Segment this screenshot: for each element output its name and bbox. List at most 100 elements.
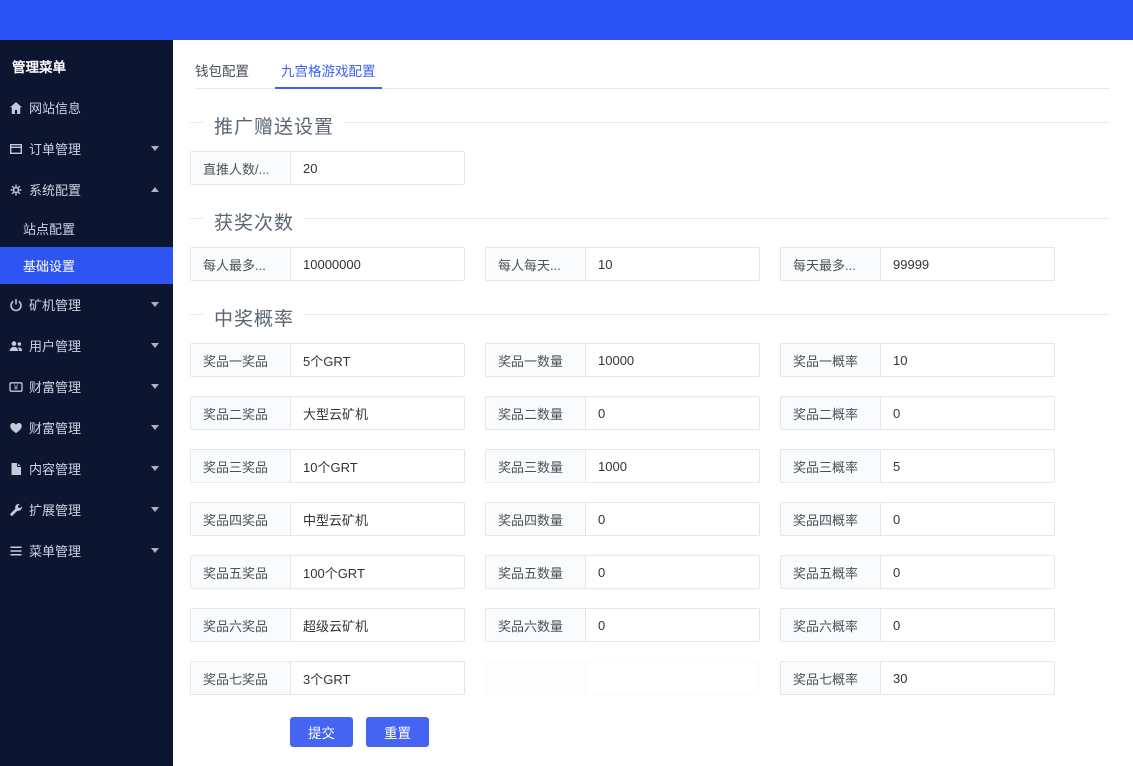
chevron-down-icon	[151, 548, 159, 553]
direct-referral-count-field: 直推人数/...	[190, 151, 465, 185]
form-row: 奖品六奖品 奖品六数量 奖品六概率	[190, 608, 1133, 642]
sidebar-item-9[interactable]: 扩展管理	[0, 489, 173, 530]
sidebar-item-8[interactable]: 内容管理	[0, 448, 173, 489]
sidebar-item-6[interactable]: ¥ 财富管理	[0, 366, 173, 407]
per-person-per-day-input[interactable]	[586, 248, 759, 280]
prize5-item-label: 奖品五奖品	[191, 556, 291, 588]
heart-icon	[9, 421, 23, 435]
prize6-item-field: 奖品六奖品	[190, 608, 465, 642]
prize3-item-field: 奖品三奖品	[190, 449, 465, 483]
sidebar-item-label: 网站信息	[29, 101, 82, 116]
prize3-prob-input[interactable]	[881, 450, 1054, 482]
prize4-qty-input[interactable]	[586, 503, 759, 535]
prize2-qty-label: 奖品二数量	[486, 397, 586, 429]
wrench-icon	[9, 503, 23, 517]
prize5-qty-field: 奖品五数量	[485, 555, 760, 589]
prize5-qty-input[interactable]	[586, 556, 759, 588]
sidebar-item-7[interactable]: 财富管理	[0, 407, 173, 448]
prize2-prob-field: 奖品二概率	[780, 396, 1055, 430]
prize7-prob-input[interactable]	[881, 662, 1054, 694]
prize3-qty-label: 奖品三数量	[486, 450, 586, 482]
prize4-prob-label: 奖品四概率	[781, 503, 881, 535]
max-per-person-field: 每人最多...	[190, 247, 465, 281]
sidebar-subitem-2[interactable]: 基础设置	[0, 247, 173, 284]
form-row: 奖品二奖品 奖品二数量 奖品二概率	[190, 396, 1133, 430]
sidebar-item-label: 订单管理	[29, 142, 82, 157]
form-area: 推广赠送设置直推人数/... 获奖次数每人最多... 每人每天... 每天最多... 中…	[173, 112, 1133, 695]
prize6-prob-field: 奖品六概率	[780, 608, 1055, 642]
prize4-prob-input[interactable]	[881, 503, 1054, 535]
prize1-prob-input[interactable]	[881, 344, 1054, 376]
sidebar-nav: 网站信息订单管理系统配置 站点配置 基础设置 矿机管理用户管理 ¥ 财富管理财富管理内容管…	[0, 87, 173, 571]
form-row: 奖品一奖品 奖品一数量 奖品一概率	[190, 343, 1133, 377]
per-person-per-day-field: 每人每天...	[485, 247, 760, 281]
prize6-qty-field: 奖品六数量	[485, 608, 760, 642]
sidebar-item-2[interactable]: 订单管理	[0, 128, 173, 169]
form-row: 奖品三奖品 奖品三数量 奖品三概率	[190, 449, 1133, 483]
prize2-prob-input[interactable]	[881, 397, 1054, 429]
prize7-prob-field: 奖品七概率	[780, 661, 1055, 695]
prize4-qty-label: 奖品四数量	[486, 503, 586, 535]
prize3-qty-field: 奖品三数量	[485, 449, 760, 483]
tab-1[interactable]: 钱包配置	[195, 60, 249, 88]
prize7-item-input[interactable]	[291, 662, 464, 694]
sidebar-item-4[interactable]: 矿机管理	[0, 284, 173, 325]
prize1-item-label: 奖品一奖品	[191, 344, 291, 376]
prize7-qty-input[interactable]	[586, 662, 759, 694]
prize4-item-label: 奖品四奖品	[191, 503, 291, 535]
sidebar-item-label: 用户管理	[29, 339, 82, 354]
prize5-prob-input[interactable]	[881, 556, 1054, 588]
sidebar-item-label: 菜单管理	[29, 544, 82, 559]
max-per-person-input[interactable]	[291, 248, 464, 280]
sidebar-item-label: 财富管理	[29, 421, 82, 436]
chevron-down-icon	[151, 384, 159, 389]
prize3-item-input[interactable]	[291, 450, 464, 482]
sidebar-item-label: 扩展管理	[29, 503, 82, 518]
prize2-qty-field: 奖品二数量	[485, 396, 760, 430]
prize2-item-field: 奖品二奖品	[190, 396, 465, 430]
sidebar-subitem-1[interactable]: 站点配置	[0, 210, 173, 247]
sidebar-item-label: 内容管理	[29, 462, 82, 477]
power-icon	[9, 298, 23, 312]
sidebar-item-10[interactable]: 菜单管理	[0, 530, 173, 571]
sidebar-title: 管理菜单	[12, 60, 66, 75]
prize3-qty-input[interactable]	[586, 450, 759, 482]
prize6-prob-input[interactable]	[881, 609, 1054, 641]
prize3-prob-label: 奖品三概率	[781, 450, 881, 482]
reset-button[interactable]: 重置	[366, 717, 429, 747]
menu-icon	[9, 544, 23, 558]
gears-icon	[9, 183, 23, 197]
prize4-qty-field: 奖品四数量	[485, 502, 760, 536]
prize4-prob-field: 奖品四概率	[780, 502, 1055, 536]
prize2-item-input[interactable]	[291, 397, 464, 429]
form-row: 奖品五奖品 奖品五数量 奖品五概率	[190, 555, 1133, 589]
prize5-prob-label: 奖品五概率	[781, 556, 881, 588]
prize7-item-label: 奖品七奖品	[191, 662, 291, 694]
direct-referral-count-input[interactable]	[291, 152, 464, 184]
sidebar-item-3[interactable]: 系统配置	[0, 169, 173, 210]
prize4-item-input[interactable]	[291, 503, 464, 535]
prize6-item-input[interactable]	[291, 609, 464, 641]
prize6-qty-input[interactable]	[586, 609, 759, 641]
sidebar-item-1[interactable]: 网站信息	[0, 87, 173, 128]
section-title-text: 推广赠送设置	[204, 112, 345, 139]
prize7-qty-label	[486, 662, 586, 694]
prize1-item-input[interactable]	[291, 344, 464, 376]
chevron-down-icon	[151, 146, 159, 151]
section-title-3: 中奖概率	[190, 304, 1110, 331]
prize2-qty-input[interactable]	[586, 397, 759, 429]
sidebar-item-5[interactable]: 用户管理	[0, 325, 173, 366]
max-per-day-field: 每天最多...	[780, 247, 1055, 281]
prize3-item-label: 奖品三奖品	[191, 450, 291, 482]
prize5-item-input[interactable]	[291, 556, 464, 588]
prize1-qty-input[interactable]	[586, 344, 759, 376]
tab-2[interactable]: 九宫格游戏配置	[275, 60, 381, 89]
prize5-prob-field: 奖品五概率	[780, 555, 1055, 589]
max-per-person-label: 每人最多...	[191, 248, 291, 280]
prize1-prob-field: 奖品一概率	[780, 343, 1055, 377]
form-row: 每人最多... 每人每天... 每天最多...	[190, 247, 1133, 281]
home-icon	[9, 101, 23, 115]
max-per-day-input[interactable]	[881, 248, 1054, 280]
submit-button[interactable]: 提交	[290, 717, 353, 747]
prize7-qty-field-obscured	[485, 661, 760, 695]
